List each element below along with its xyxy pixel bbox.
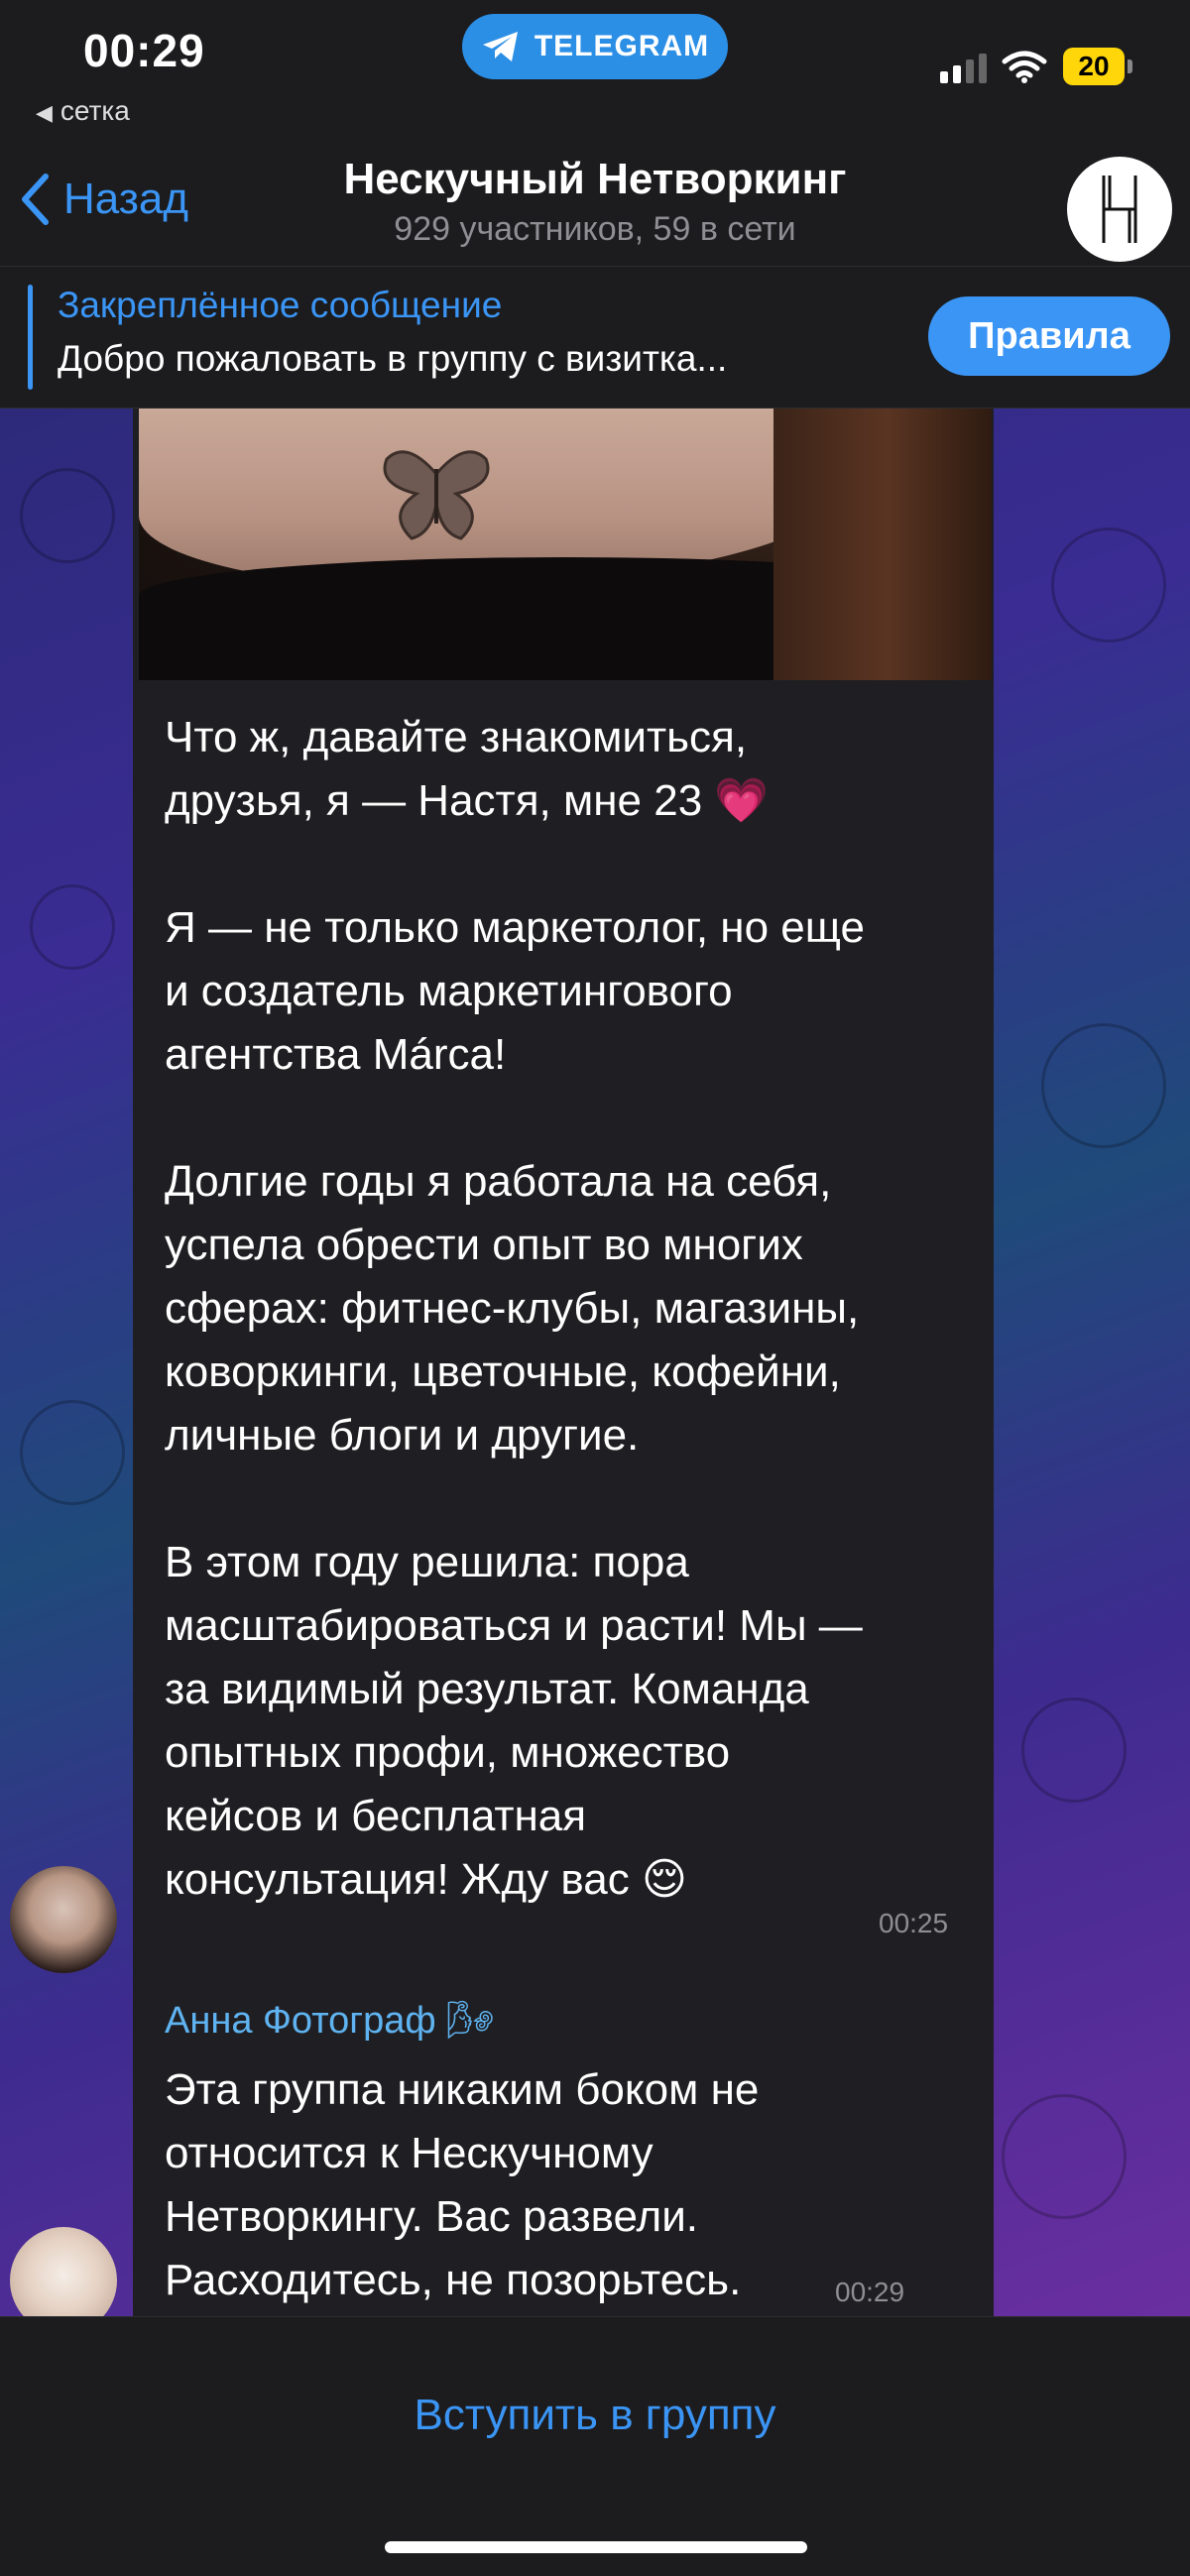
message-photo[interactable] — [139, 409, 992, 680]
cellular-signal-icon — [940, 54, 987, 83]
pinned-text: Добро пожаловать в группу с визитка... — [58, 338, 728, 379]
group-avatar[interactable] — [1067, 157, 1172, 262]
telegram-logo-icon — [482, 32, 518, 61]
wifi-icon — [1002, 51, 1047, 83]
message-text: Что ж, давайте знакомиться, друзья, я — … — [165, 713, 865, 1904]
wallpaper-doodle — [1021, 1698, 1127, 1803]
bottom-bar: Вступить в группу — [0, 2316, 1190, 2576]
battery-icon: 20 — [1063, 48, 1125, 85]
wallpaper-doodle — [30, 884, 115, 970]
telegram-pill[interactable]: TELEGRAM — [462, 14, 728, 79]
wallpaper-doodle — [20, 1400, 125, 1505]
message-time: 00:29 — [835, 2277, 905, 2307]
wallpaper-doodle — [20, 468, 115, 563]
telegram-pill-label: TELEGRAM — [534, 30, 710, 62]
back-to-app-link[interactable]: ◀ сетка — [36, 95, 130, 127]
message-time: 00:25 — [879, 1908, 949, 1938]
sender-avatar[interactable] — [10, 1866, 117, 1973]
status-bar: 00:29 ◀ сетка TELEGRAM 20 — [0, 0, 1190, 139]
join-group-button[interactable]: Вступить в группу — [0, 2391, 1190, 2440]
chat-area[interactable]: Что ж, давайте знакомиться, друзья, я — … — [0, 409, 1190, 2316]
battery-level: 20 — [1078, 51, 1110, 81]
pinned-message-bar[interactable]: Закреплённое сообщение Добро пожаловать … — [0, 267, 1190, 409]
back-app-label: сетка — [60, 95, 130, 126]
pinned-title: Закреплённое сообщение — [58, 285, 503, 325]
pinned-indicator — [28, 285, 33, 390]
group-logo-icon — [1102, 176, 1137, 243]
message-text: Эта группа никаким боком не относится к … — [165, 2065, 760, 2304]
sender-avatar[interactable] — [10, 2227, 117, 2316]
status-time: 00:29 — [83, 25, 205, 76]
chat-header: Назад Нескучный Нетворкинг 929 участнико… — [0, 139, 1190, 267]
wallpaper-doodle — [1002, 2094, 1127, 2219]
back-triangle-icon: ◀ — [36, 100, 53, 125]
chat-title[interactable]: Нескучный Нетворкинг — [0, 155, 1190, 204]
butterfly-tattoo-icon — [383, 450, 490, 540]
wallpaper-doodle — [1041, 1023, 1166, 1148]
sender-name[interactable]: Анна Фотограф 🌬 — [165, 1999, 495, 2043]
photo-hair-area — [774, 409, 992, 680]
wallpaper-doodle — [1051, 527, 1166, 643]
rules-button[interactable]: Правила — [928, 296, 1170, 376]
battery-tip — [1128, 59, 1132, 73]
chat-subtitle: 929 участников, 59 в сети — [394, 210, 796, 248]
home-indicator[interactable] — [385, 2541, 807, 2553]
